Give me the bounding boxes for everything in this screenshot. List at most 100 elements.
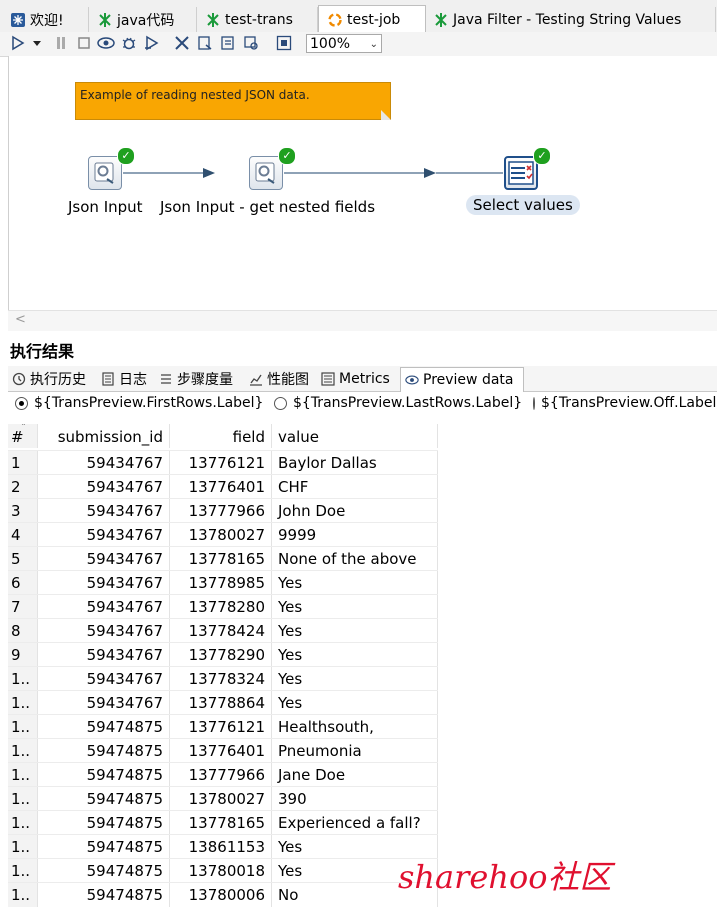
table-row[interactable]: 9 59434767 13778290 Yes — [8, 642, 438, 667]
radio-last-rows[interactable]: ${TransPreview.LastRows.Label} — [274, 395, 522, 411]
step-json-input-nested[interactable] — [249, 156, 283, 190]
table-cell[interactable]: 59434767 — [38, 595, 170, 619]
table-cell[interactable]: Yes — [272, 619, 438, 643]
table-cell[interactable]: 59474875 — [38, 835, 170, 859]
verify-icon[interactable] — [173, 34, 191, 52]
tab-log[interactable]: 日志 — [101, 367, 147, 391]
table-cell[interactable]: 9999 — [272, 523, 438, 547]
tab-performance-graph[interactable]: 性能图 — [249, 367, 309, 391]
replay-icon[interactable] — [143, 34, 161, 52]
table-cell[interactable]: 13776121 — [170, 715, 272, 739]
table-cell[interactable]: 13778165 — [170, 547, 272, 571]
table-cell[interactable]: CHF — [272, 475, 438, 499]
table-row[interactable]: 4 59434767 13780027 9999 — [8, 522, 438, 547]
table-cell[interactable]: 13778290 — [170, 643, 272, 667]
table-row[interactable]: 1.. 59474875 13778165 Experienced a fall? — [8, 810, 438, 835]
radio-first-rows[interactable]: ${TransPreview.FirstRows.Label} — [15, 395, 263, 411]
table-cell[interactable]: 59434767 — [38, 451, 170, 475]
table-cell[interactable]: 59474875 — [38, 883, 170, 907]
column-header[interactable]: # ˆ — [8, 424, 38, 448]
tab-preview-data[interactable]: Preview data — [400, 367, 524, 392]
stop-icon[interactable] — [75, 34, 93, 52]
tab-test-trans[interactable]: test-trans — [197, 7, 318, 32]
table-cell[interactable]: 59434767 — [38, 691, 170, 715]
table-cell[interactable]: 59474875 — [38, 859, 170, 883]
table-cell[interactable]: Yes — [272, 595, 438, 619]
table-cell[interactable]: Yes — [272, 643, 438, 667]
table-cell[interactable]: 13776401 — [170, 475, 272, 499]
zoom-select[interactable]: 100% ⌄ — [306, 34, 382, 53]
table-cell[interactable]: 59434767 — [38, 619, 170, 643]
table-cell[interactable]: 59474875 — [38, 739, 170, 763]
table-cell[interactable]: 59474875 — [38, 763, 170, 787]
table-cell[interactable]: 13861153 — [170, 835, 272, 859]
table-cell[interactable]: 59434767 — [38, 571, 170, 595]
table-cell[interactable]: 59474875 — [38, 787, 170, 811]
run-icon[interactable] — [9, 34, 27, 52]
column-header[interactable]: submission_id — [38, 424, 170, 448]
table-cell[interactable]: Yes — [272, 667, 438, 691]
table-cell[interactable]: 13778424 — [170, 619, 272, 643]
tab-welcome[interactable]: 欢迎! — [2, 7, 89, 32]
run-dropdown-icon[interactable] — [31, 34, 43, 52]
table-cell[interactable]: 59434767 — [38, 643, 170, 667]
table-row[interactable]: 6 59434767 13778985 Yes — [8, 570, 438, 595]
table-cell[interactable]: 59434767 — [38, 475, 170, 499]
table-row[interactable]: 1.. 59434767 13778864 Yes — [8, 690, 438, 715]
canvas-horizontal-scrollbar[interactable]: < — [8, 310, 717, 331]
impact-icon[interactable] — [196, 34, 214, 52]
pause-icon[interactable] — [52, 34, 70, 52]
step-select-values[interactable] — [504, 156, 538, 190]
table-cell[interactable]: 13776401 — [170, 739, 272, 763]
tab-metrics[interactable]: Metrics — [321, 367, 390, 391]
table-cell[interactable]: Healthsouth, — [272, 715, 438, 739]
table-cell[interactable]: 59474875 — [38, 715, 170, 739]
table-row[interactable]: 2 59434767 13776401 CHF — [8, 474, 438, 499]
table-cell[interactable]: 13777966 — [170, 763, 272, 787]
table-cell[interactable]: 13778985 — [170, 571, 272, 595]
tab-java-filter[interactable]: Java Filter - Testing String Values — [425, 7, 716, 32]
tab-java-code[interactable]: java代码 — [89, 7, 197, 32]
table-cell[interactable]: Experienced a fall? — [272, 811, 438, 835]
scroll-left-icon[interactable]: < — [15, 312, 26, 327]
table-row[interactable]: 1.. 59474875 13780018 Yes — [8, 858, 438, 883]
tab-test-job[interactable]: test-job — [318, 5, 426, 33]
table-row[interactable]: 5 59434767 13778165 None of the above — [8, 546, 438, 571]
table-row[interactable]: 8 59434767 13778424 Yes — [8, 618, 438, 643]
table-cell[interactable]: 13778280 — [170, 595, 272, 619]
table-row[interactable]: 3 59434767 13777966 John Doe — [8, 498, 438, 523]
table-cell[interactable]: Yes — [272, 571, 438, 595]
table-cell[interactable]: 13780027 — [170, 523, 272, 547]
table-cell[interactable]: Baylor Dallas — [272, 451, 438, 475]
table-cell[interactable]: Yes — [272, 691, 438, 715]
table-cell[interactable]: 13780027 — [170, 787, 272, 811]
table-cell[interactable]: 13780006 — [170, 883, 272, 907]
table-cell[interactable]: 390 — [272, 787, 438, 811]
table-cell[interactable]: 13778324 — [170, 667, 272, 691]
preview-icon[interactable] — [97, 34, 115, 52]
tab-step-metrics[interactable]: 步骤度量 — [159, 367, 233, 391]
table-cell[interactable]: John Doe — [272, 499, 438, 523]
table-row[interactable]: 1 59434767 13776121 Baylor Dallas — [8, 450, 438, 475]
table-row[interactable]: 1.. 59474875 13776401 Pneumonia — [8, 738, 438, 763]
table-cell[interactable]: 13777966 — [170, 499, 272, 523]
table-cell[interactable]: Jane Doe — [272, 763, 438, 787]
radio-off[interactable]: ${TransPreview.Off.Label} — [533, 395, 717, 411]
table-cell[interactable]: 59434767 — [38, 523, 170, 547]
table-cell[interactable]: 59434767 — [38, 547, 170, 571]
table-cell[interactable]: None of the above — [272, 547, 438, 571]
column-header[interactable]: value — [272, 424, 438, 448]
table-cell[interactable]: 59434767 — [38, 499, 170, 523]
canvas-note[interactable]: Example of reading nested JSON data. — [75, 82, 391, 120]
table-cell[interactable]: 13778864 — [170, 691, 272, 715]
table-row[interactable]: 1.. 59434767 13778324 Yes — [8, 666, 438, 691]
debug-icon[interactable] — [120, 34, 138, 52]
table-cell[interactable]: Pneumonia — [272, 739, 438, 763]
table-row[interactable]: 1.. 59474875 13780027 390 — [8, 786, 438, 811]
table-row[interactable]: 1.. 59474875 13861153 Yes — [8, 834, 438, 859]
table-cell[interactable]: 59434767 — [38, 667, 170, 691]
explore-db-icon[interactable] — [242, 34, 260, 52]
sql-icon[interactable] — [219, 34, 237, 52]
table-row[interactable]: 1.. 59474875 13780006 No — [8, 882, 438, 907]
table-cell[interactable]: 13778165 — [170, 811, 272, 835]
